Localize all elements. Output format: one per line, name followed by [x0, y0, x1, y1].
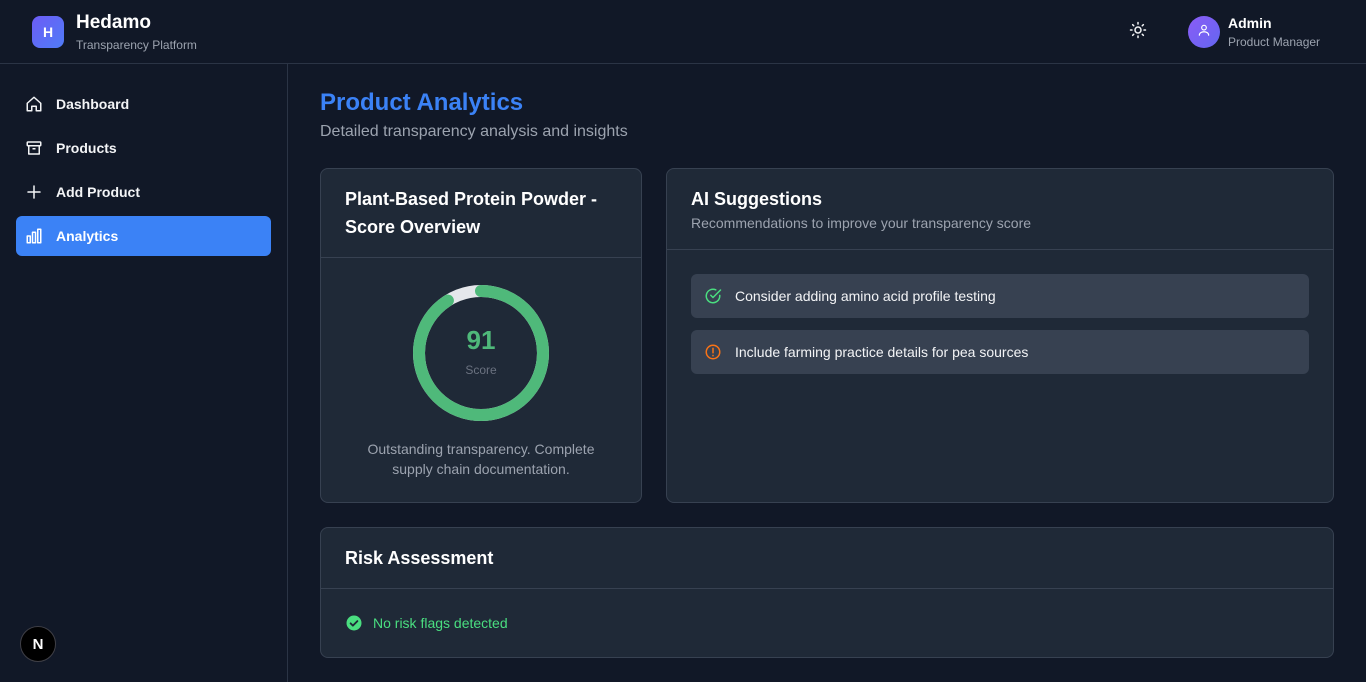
ai-suggestions-card: AI Suggestions Recommendations to improv… [666, 168, 1334, 503]
card-divider [321, 257, 641, 258]
risk-status-text: No risk flags detected [373, 615, 508, 631]
sidebar-item-analytics[interactable]: Analytics [16, 216, 271, 256]
sun-icon [1129, 21, 1147, 44]
sidebar-item-products[interactable]: Products [16, 128, 271, 168]
user-name: Admin [1228, 15, 1272, 31]
home-icon [24, 94, 44, 114]
sidebar: Dashboard Products Add Product Analytics [0, 64, 288, 682]
sidebar-item-dashboard[interactable]: Dashboard [16, 84, 271, 124]
check-circle-icon [703, 286, 723, 306]
score-description-line2: supply chain documentation. [392, 461, 570, 477]
score-label: Score [465, 363, 497, 377]
next-dev-badge[interactable]: N [20, 626, 56, 662]
score-card-title-line1: Plant-Based Protein Powder - [345, 189, 598, 209]
score-value: 91 [466, 325, 496, 355]
user-icon [1197, 23, 1211, 42]
page-subtitle: Detailed transparency analysis and insig… [320, 123, 628, 140]
suggestions-title: AI Suggestions [691, 189, 823, 209]
sidebar-item-add-product[interactable]: Add Product [16, 172, 271, 212]
app-logo[interactable]: H [32, 16, 64, 48]
archive-icon [24, 138, 44, 158]
suggestion-text: Include farming practice details for pea… [735, 344, 1029, 360]
theme-toggle-button[interactable] [1124, 18, 1152, 46]
score-description-line1: Outstanding transparency. Complete [367, 441, 595, 457]
risk-status: No risk flags detected [345, 614, 508, 632]
card-divider [321, 588, 1333, 589]
alert-circle-icon [703, 342, 723, 362]
check-circle-filled-icon [345, 614, 363, 632]
plus-icon [24, 182, 44, 202]
app-name: Hedamo [76, 12, 151, 33]
risk-title: Risk Assessment [345, 548, 494, 568]
suggestions-subtitle: Recommendations to improve your transpar… [691, 215, 1032, 231]
sidebar-item-label: Add Product [56, 184, 140, 200]
sidebar-item-label: Analytics [56, 228, 119, 244]
app-subtitle: Transparency Platform [76, 38, 197, 52]
score-description: Outstanding transparency. Complete suppl… [341, 439, 621, 479]
score-card-title-line2: Score Overview [345, 217, 481, 237]
score-ring: 91 Score [411, 283, 551, 423]
suggestion-text: Consider adding amino acid profile testi… [735, 288, 996, 304]
user-role: Product Manager [1228, 35, 1321, 49]
bar-chart-icon [24, 226, 44, 246]
sidebar-item-label: Products [56, 140, 117, 156]
suggestion-item: Consider adding amino acid profile testi… [691, 274, 1309, 318]
sidebar-item-label: Dashboard [56, 96, 130, 112]
page-title: Product Analytics [320, 89, 524, 116]
user-avatar[interactable] [1188, 16, 1220, 48]
top-header: H Hedamo Transparency Platform Admin Pro… [0, 0, 1366, 64]
suggestion-item: Include farming practice details for pea… [691, 330, 1309, 374]
card-divider [667, 249, 1333, 250]
risk-assessment-card: Risk Assessment No risk flags detected [320, 527, 1334, 658]
score-overview-card: Plant-Based Protein Powder - Score Overv… [320, 168, 642, 503]
